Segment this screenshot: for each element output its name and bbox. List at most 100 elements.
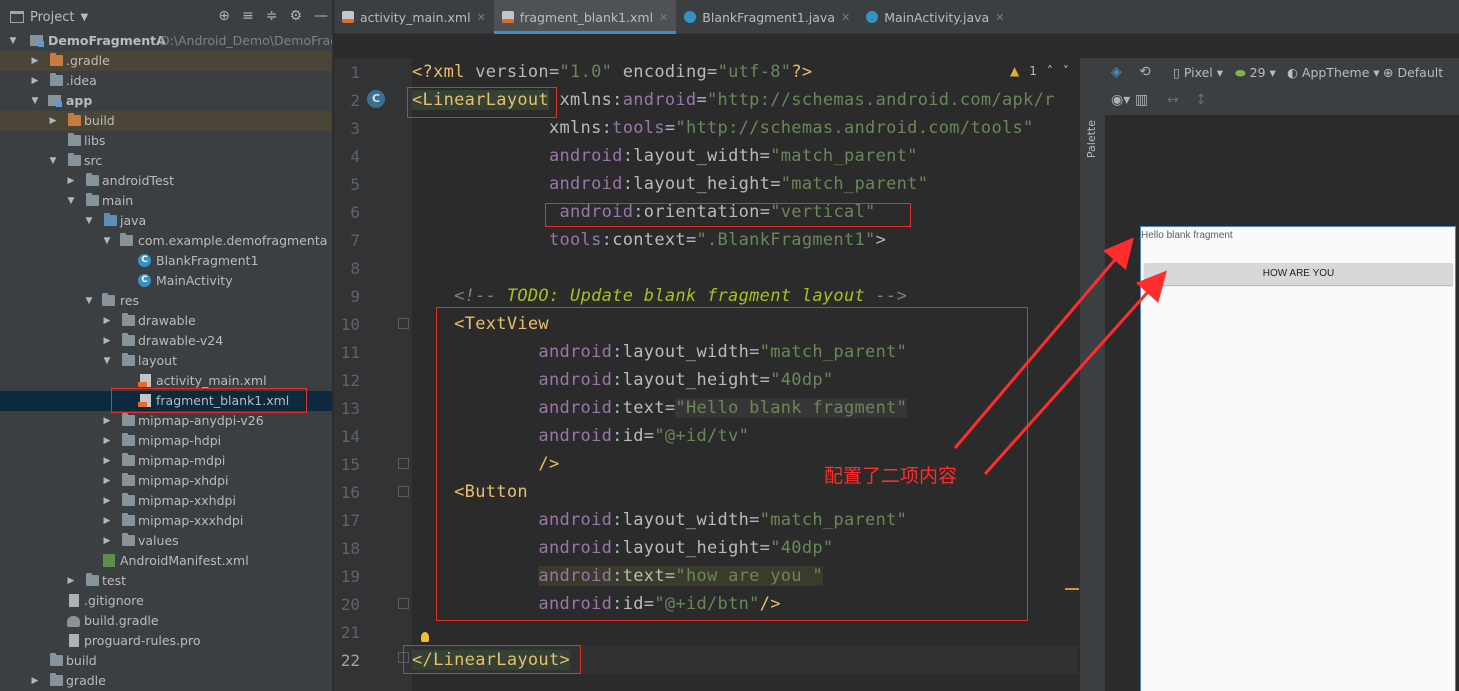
locale-selector[interactable]: ⊕ Default <box>1383 65 1443 80</box>
chevron-down-icon: ▼ <box>9 36 17 46</box>
line-number: 12 <box>340 371 360 390</box>
project-icon <box>10 11 24 23</box>
tree-item-src[interactable]: ▼ src <box>0 151 332 171</box>
tree-item-label: BlankFragment1 <box>156 253 259 268</box>
tree-item-build-gradle[interactable]: build.gradle <box>0 611 332 631</box>
warning-stripe[interactable] <box>1065 588 1079 590</box>
tree-item-label: mipmap-xhdpi <box>138 473 229 488</box>
xml-file-icon <box>342 11 354 23</box>
line-number: 6 <box>350 203 360 222</box>
palette-strip: Palette <box>1079 58 1105 691</box>
tab-label: fragment_blank1.xml <box>519 9 654 25</box>
tree-item-label: mipmap-mdpi <box>138 453 226 468</box>
line-number: 7 <box>350 231 360 250</box>
device-selector[interactable]: ▯ Pixel ▾ <box>1173 65 1223 80</box>
tree-item-fragment-blank1[interactable]: fragment_blank1.xml <box>0 391 332 411</box>
lightbulb-icon[interactable] <box>421 632 429 642</box>
folder-icon <box>86 573 99 586</box>
layout-preview: Hello blank fragment HOW ARE YOU <box>1140 226 1456 691</box>
manifest-icon <box>103 554 115 567</box>
tree-item-gitignore[interactable]: .gitignore <box>0 591 332 611</box>
tab-activity-main[interactable]: activity_main.xml ✕ <box>334 0 494 34</box>
chevron-up-icon[interactable]: ˄ <box>1047 64 1053 78</box>
fold-icon[interactable] <box>398 486 409 497</box>
tree-item-idea[interactable]: ▶ .idea <box>0 71 332 91</box>
tree-item-libs[interactable]: libs <box>0 131 332 151</box>
tab-mainactivity-java[interactable]: MainActivity.java ✕ <box>858 0 1012 34</box>
theme-selector[interactable]: ◐ AppTheme ▾ <box>1287 65 1380 80</box>
tree-item-manifest[interactable]: AndroidManifest.xml <box>0 551 332 571</box>
vertical-resize-icon[interactable]: ↕ <box>1195 92 1207 108</box>
close-icon[interactable]: ✕ <box>477 11 486 24</box>
tree-item-activity-main[interactable]: activity_main.xml <box>0 371 332 391</box>
eye-icon[interactable]: ◉▾ <box>1111 92 1130 108</box>
locate-icon[interactable]: ⊕ <box>218 8 230 24</box>
code-line: </LinearLayout> <box>412 650 571 670</box>
close-icon[interactable]: ✕ <box>841 11 850 24</box>
warning-count: 1 <box>1029 64 1037 78</box>
palette-tab[interactable]: Palette <box>1085 120 1098 158</box>
chevron-right-icon: ▶ <box>31 676 39 686</box>
fold-icon[interactable] <box>398 598 409 609</box>
tree-item-mipmap-anydpi[interactable]: ▶ mipmap-anydpi-v26 <box>0 411 332 431</box>
line-number: 10 <box>340 315 360 334</box>
folder-icon <box>50 653 63 666</box>
collapse-all-icon[interactable]: ≑ <box>266 8 278 24</box>
tab-label: MainActivity.java <box>884 9 990 25</box>
orientation-icon[interactable]: ⟲ <box>1139 64 1151 80</box>
close-icon[interactable]: ✕ <box>659 11 668 24</box>
tree-item-label: app <box>66 93 93 108</box>
tree-item-blankfragment1[interactable]: C BlankFragment1 <box>0 251 332 271</box>
tree-item-package[interactable]: ▼ com.example.demofragmenta <box>0 231 332 251</box>
tree-item-mipmap-xxhdpi[interactable]: ▶ mipmap-xxhdpi <box>0 491 332 511</box>
tree-item-mipmap-hdpi[interactable]: ▶ mipmap-hdpi <box>0 431 332 451</box>
api-selector[interactable]: ⬬ 29 ▾ <box>1235 65 1276 81</box>
line-number: 21 <box>340 623 360 642</box>
tree-item-test[interactable]: ▶ test <box>0 571 332 591</box>
tree-item-root-build[interactable]: build <box>0 651 332 671</box>
tree-item-layout[interactable]: ▼ layout <box>0 351 332 371</box>
fold-icon[interactable] <box>398 652 409 663</box>
fold-icon[interactable] <box>398 318 409 329</box>
inspection-widget[interactable]: ▲ 1 ˄ ˅ <box>1010 64 1069 78</box>
project-path: D:\Android_Demo\DemoFragr <box>160 33 333 48</box>
tree-item-values[interactable]: ▶ values <box>0 531 332 551</box>
tree-item-mainactivity[interactable]: C MainActivity <box>0 271 332 291</box>
chevron-right-icon: ▶ <box>31 56 39 66</box>
code-line: android:id="@+id/tv" <box>538 426 750 446</box>
tree-item-res[interactable]: ▼ res <box>0 291 332 311</box>
tree-item-main[interactable]: ▼ main <box>0 191 332 211</box>
expand-all-icon[interactable]: ≡ <box>242 8 254 24</box>
tree-item-androidtest[interactable]: ▶ androidTest <box>0 171 332 191</box>
horizontal-resize-icon[interactable]: ↔ <box>1167 92 1179 108</box>
tree-item-drawable-v24[interactable]: ▶ drawable-v24 <box>0 331 332 351</box>
tab-fragment-blank1[interactable]: fragment_blank1.xml ✕ <box>493 0 677 34</box>
minimize-icon[interactable]: — <box>314 8 328 24</box>
class-gutter-icon[interactable]: C <box>367 90 385 108</box>
tree-item-build[interactable]: ▶ build <box>0 111 332 131</box>
chevron-down-icon[interactable]: ˅ <box>1063 64 1069 78</box>
tree-item-gradle-dir[interactable]: ▶ .gradle <box>0 51 332 71</box>
tree-item-proguard[interactable]: proguard-rules.pro <box>0 631 332 651</box>
fold-icon[interactable] <box>398 458 409 469</box>
tab-blankfragment1-java[interactable]: BlankFragment1.java ✕ <box>676 0 858 34</box>
folder-icon <box>122 533 135 546</box>
xml-file-icon <box>501 11 514 23</box>
tree-item-drawable[interactable]: ▶ drawable <box>0 311 332 331</box>
tree-item-project-root[interactable]: ▼ DemoFragmentA D:\Android_Demo\DemoFrag… <box>0 31 333 51</box>
tree-item-label: test <box>102 573 127 588</box>
tree-item-gradle[interactable]: ▶ gradle <box>0 671 332 691</box>
tree-item-label: AndroidManifest.xml <box>120 553 249 568</box>
gear-icon[interactable]: ⚙ <box>289 8 302 24</box>
tree-item-app[interactable]: ▼ app <box>0 91 332 111</box>
close-icon[interactable]: ✕ <box>995 11 1004 24</box>
layout-columns-icon[interactable]: ▥ <box>1135 92 1148 108</box>
tree-item-mipmap-xhdpi[interactable]: ▶ mipmap-xhdpi <box>0 471 332 491</box>
tree-item-mipmap-xxxhdpi[interactable]: ▶ mipmap-xxxhdpi <box>0 511 332 531</box>
tree-item-java[interactable]: ▼ java <box>0 211 332 231</box>
preview-button[interactable]: HOW ARE YOU <box>1144 263 1453 285</box>
line-number: 20 <box>340 595 360 614</box>
preview-textview[interactable]: Hello blank fragment <box>1141 230 1233 241</box>
tree-item-mipmap-mdpi[interactable]: ▶ mipmap-mdpi <box>0 451 332 471</box>
layers-icon[interactable]: ◈ <box>1111 64 1122 80</box>
